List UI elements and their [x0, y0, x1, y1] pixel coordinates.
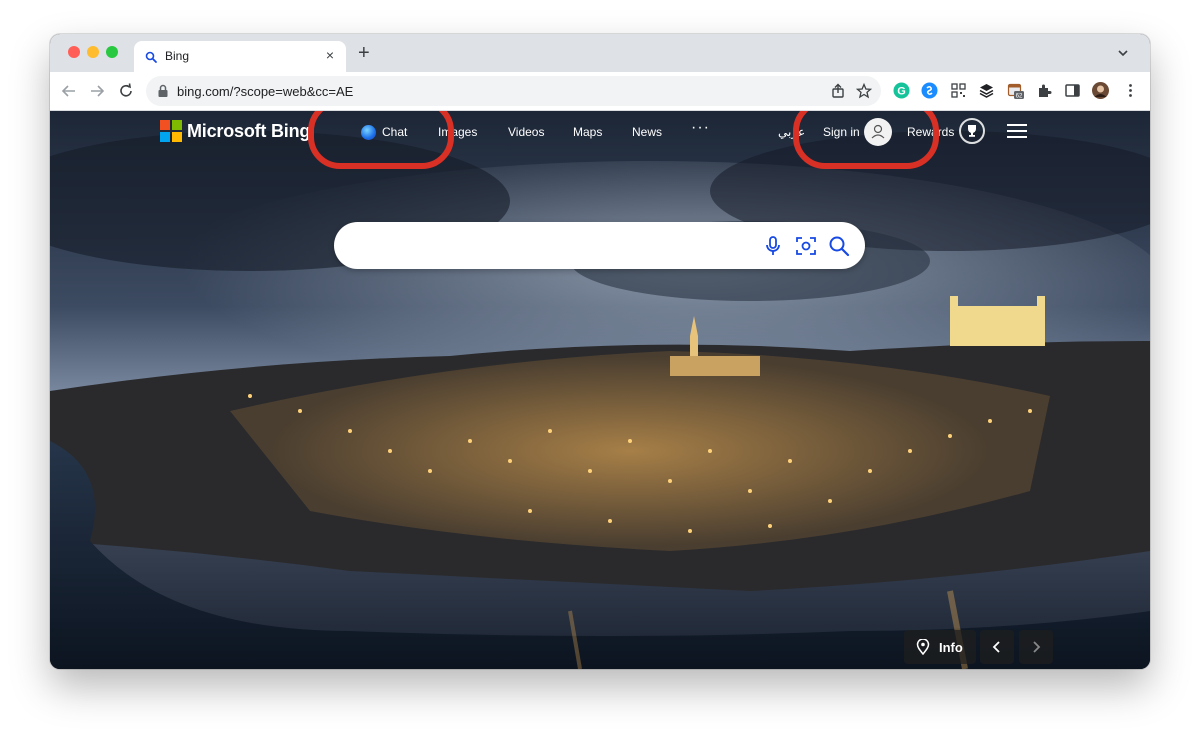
- search-icon[interactable]: [827, 234, 851, 258]
- logo-text: Microsoft Bing: [187, 120, 311, 141]
- bookmark-star-icon[interactable]: [856, 83, 872, 99]
- nav-maps[interactable]: Maps: [573, 125, 602, 139]
- language-toggle[interactable]: عربي: [778, 125, 805, 139]
- bing-homepage: Microsoft Bing Chat Images Videos Maps N…: [50, 111, 1150, 669]
- lock-icon[interactable]: [157, 84, 169, 98]
- hamburger-menu-icon[interactable]: [1007, 123, 1027, 139]
- image-info-button[interactable]: Info: [904, 630, 976, 664]
- chevron-down-icon[interactable]: [1116, 46, 1130, 60]
- shazam-icon[interactable]: [921, 82, 938, 99]
- rewards-trophy-icon[interactable]: [959, 118, 985, 144]
- bing-favicon-icon: [145, 51, 157, 63]
- grammarly-icon[interactable]: G: [893, 82, 910, 99]
- location-pin-icon: [916, 639, 930, 655]
- side-panel-icon[interactable]: [1064, 82, 1081, 99]
- chevron-right-icon: [1033, 641, 1041, 653]
- nav-more-button[interactable]: ···: [691, 119, 710, 137]
- profile-avatar-icon[interactable]: [1092, 82, 1109, 99]
- copilot-chat-icon[interactable]: [361, 125, 376, 140]
- previous-image-button[interactable]: [980, 630, 1014, 664]
- next-image-button[interactable]: [1019, 630, 1053, 664]
- search-input[interactable]: [354, 234, 748, 258]
- tab-strip: Bing × +: [50, 34, 1150, 72]
- nav-videos[interactable]: Videos: [508, 125, 544, 139]
- browser-toolbar: bing.com/?scope=web&cc=AE G 62: [50, 72, 1150, 111]
- tab-title: Bing: [165, 49, 190, 63]
- tab-close-icon[interactable]: ×: [322, 47, 338, 63]
- nav-chat[interactable]: Chat: [382, 125, 407, 139]
- svg-text:G: G: [897, 86, 906, 98]
- new-tab-button[interactable]: +: [358, 43, 370, 63]
- nav-news[interactable]: News: [632, 125, 662, 139]
- microsoft-logo-icon: [160, 120, 182, 142]
- search-box[interactable]: [334, 222, 865, 269]
- tab-bing[interactable]: Bing ×: [134, 41, 346, 72]
- back-icon[interactable]: [60, 82, 78, 100]
- close-window-button[interactable]: [68, 46, 80, 58]
- nav-images[interactable]: Images: [438, 125, 477, 139]
- reload-icon[interactable]: [117, 82, 135, 100]
- share-icon[interactable]: [830, 83, 846, 99]
- bing-header: Microsoft Bing Chat Images Videos Maps N…: [50, 111, 1150, 169]
- user-avatar-icon[interactable]: [864, 118, 892, 146]
- extension-badge-count: 62: [1016, 94, 1023, 100]
- zoom-window-button[interactable]: [106, 46, 118, 58]
- minimize-window-button[interactable]: [87, 46, 99, 58]
- layers-icon[interactable]: [978, 82, 995, 99]
- info-label: Info: [939, 640, 963, 655]
- extensions-puzzle-icon[interactable]: [1036, 82, 1053, 99]
- address-bar[interactable]: bing.com/?scope=web&cc=AE: [146, 76, 881, 106]
- background-image-toledo-night: [50, 111, 1150, 669]
- more-vert-icon[interactable]: [1122, 82, 1139, 99]
- calendar-icon[interactable]: 62: [1007, 82, 1024, 99]
- rewards-link[interactable]: Rewards: [907, 125, 954, 139]
- microsoft-bing-logo[interactable]: Microsoft Bing: [160, 120, 310, 142]
- qr-code-icon[interactable]: [950, 82, 967, 99]
- sign-in-link[interactable]: Sign in: [823, 125, 860, 139]
- visual-search-icon[interactable]: [794, 234, 818, 258]
- chevron-left-icon: [992, 641, 1000, 653]
- forward-icon[interactable]: [88, 82, 106, 100]
- url-text[interactable]: bing.com/?scope=web&cc=AE: [177, 84, 353, 99]
- browser-window: Bing × + bing.com/?scope=web&cc=AE G 62 …: [50, 34, 1150, 669]
- microphone-icon[interactable]: [761, 234, 785, 258]
